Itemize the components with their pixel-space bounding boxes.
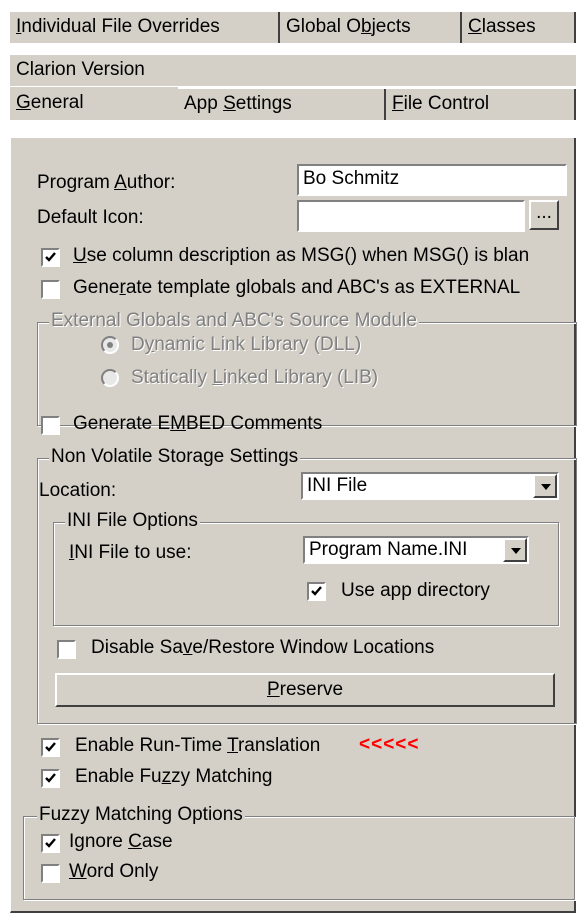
ini-options-legend: INI File Options [65, 510, 200, 532]
word-only-checkbox[interactable] [41, 864, 60, 883]
ini-file-combo[interactable]: Program Name.INI [303, 536, 529, 564]
fuzzy-options-group [23, 816, 575, 900]
tab-app-settings[interactable]: App Settings [178, 89, 386, 120]
browse-icon-button[interactable]: ... [529, 200, 559, 230]
external-globals-legend: External Globals and ABC's Source Module [49, 310, 419, 332]
fuzzy-matching-label: Enable Fuzzy Matching [75, 766, 273, 787]
lib-radio[interactable] [101, 369, 119, 387]
tab-label-accel: F [392, 93, 404, 114]
use-column-desc-checkbox[interactable] [41, 248, 60, 267]
location-label: Location: [39, 480, 117, 501]
ignore-case-label: Ignore Case [69, 831, 173, 852]
tab-label-accel: C [468, 16, 482, 37]
use-column-desc-label: Use column description as MSG() when MSG… [73, 245, 530, 266]
runtime-translation-checkbox[interactable] [41, 738, 60, 757]
tab-label-pre: Global O [286, 16, 361, 37]
default-icon-label: Default Icon: [37, 207, 144, 228]
fuzzy-options-legend: Fuzzy Matching Options [37, 804, 245, 826]
nvs-legend: Non Volatile Storage Settings [49, 446, 301, 468]
tab-clarion-version[interactable]: Clarion Version [10, 55, 576, 86]
program-author-input[interactable]: Bo Schmitz [297, 164, 567, 196]
word-only-label: Word Only [69, 861, 159, 882]
tab-classes[interactable]: Classes [462, 12, 576, 43]
tab-label-accel: G [16, 92, 31, 113]
dll-radio-label: Dynamic Link Library (DLL) [131, 334, 362, 355]
tab-label-accel: S [223, 93, 236, 114]
tab-global-objects[interactable]: Global Objects [280, 12, 462, 43]
location-combo[interactable]: INI File [301, 472, 559, 500]
program-author-label: Program Author: [37, 172, 176, 193]
disable-save-restore-checkbox[interactable] [57, 640, 76, 659]
tab-label-post: lasses [481, 16, 536, 37]
lib-radio-label: Statically Linked Library (LIB) [131, 367, 379, 388]
location-value: INI File [307, 475, 368, 496]
ini-file-value: Program Name.INI [309, 539, 468, 560]
ini-file-label: INI File to use: [69, 542, 192, 563]
general-tab-panel: Program Author: Bo Schmitz Default Icon:… [10, 138, 577, 913]
tab-general[interactable]: General [10, 87, 178, 120]
generate-globals-checkbox[interactable] [41, 280, 60, 299]
checkmark-icon [45, 838, 56, 848]
tab-file-control[interactable]: File Control [386, 89, 576, 120]
embed-comments-checkbox[interactable] [41, 416, 60, 435]
default-icon-input[interactable] [297, 200, 525, 232]
disable-save-restore-label: Disable Save/Restore Window Locations [91, 637, 435, 658]
embed-comments-label: Generate EMBED Comments [73, 413, 323, 434]
dll-radio[interactable] [101, 336, 119, 354]
ignore-case-checkbox[interactable] [41, 834, 60, 853]
fuzzy-matching-checkbox[interactable] [41, 769, 60, 788]
generate-globals-label: Generate template globals and ABC's as E… [73, 277, 521, 298]
checkmark-icon [311, 586, 322, 596]
tab-individual-file-overrides[interactable]: Individual File Overrides [10, 12, 280, 43]
tab-label-post: jects [371, 16, 411, 37]
use-app-dir-checkbox[interactable] [307, 582, 326, 601]
checkmark-icon [45, 742, 56, 752]
preserve-button[interactable]: Preserve [55, 673, 555, 707]
tab-label-pre: App [184, 93, 224, 114]
runtime-translation-label: Enable Run-Time Translation [75, 735, 321, 756]
checkmark-icon [45, 773, 56, 783]
tab-label-post: eneral [30, 92, 84, 113]
dropdown-arrow-icon[interactable] [503, 538, 527, 562]
tab-label-post: ile Control [403, 93, 490, 114]
highlight-marker: <<<<< [359, 734, 420, 755]
tab-label-post: ettings [235, 93, 292, 114]
use-app-dir-label: Use app directory [341, 580, 490, 601]
tab-label-post: ndividual File Overrides [21, 16, 220, 37]
tab-label: Clarion Version [16, 59, 145, 80]
dropdown-arrow-icon[interactable] [533, 474, 557, 498]
tab-label-accel: b [360, 16, 372, 37]
checkmark-icon [45, 252, 56, 262]
